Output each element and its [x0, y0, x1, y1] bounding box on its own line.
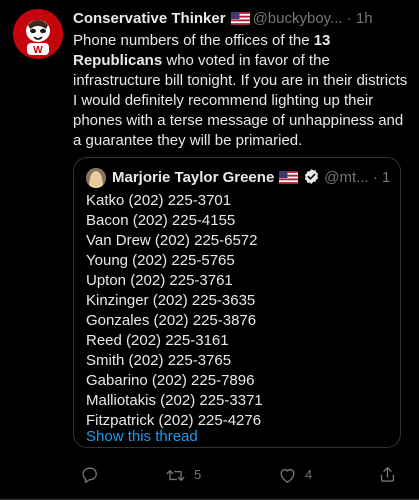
- badger-mascot-icon: W: [13, 9, 63, 59]
- share-icon: [378, 465, 397, 484]
- quoted-tweet[interactable]: Marjorie Taylor Greene @mt... · 1h Katko…: [73, 157, 401, 448]
- quoted-author-name[interactable]: Marjorie Taylor Greene: [112, 169, 274, 186]
- verified-badge-icon: [303, 168, 320, 188]
- phone-entry: Young (202) 225-5765: [86, 252, 235, 269]
- share-button[interactable]: [378, 465, 397, 484]
- like-count: 4: [305, 467, 313, 482]
- phone-entry: Gonzales (202) 225-3876: [86, 312, 257, 329]
- phone-entry: Smith (202) 225-3765: [86, 352, 232, 369]
- retweet-count: 5: [194, 467, 202, 482]
- retweet-button[interactable]: 5: [165, 465, 201, 485]
- tweet[interactable]: W Conservative Thinker @buckyboy... · 1h…: [0, 0, 419, 500]
- author-handle[interactable]: @buckyboy...: [253, 10, 343, 27]
- phone-entry: Kinzinger (202) 225-3635: [86, 292, 256, 309]
- retweet-icon: [165, 466, 186, 485]
- portrait-icon: [86, 168, 106, 188]
- phone-entry: Katko (202) 225-3701: [86, 192, 232, 209]
- phone-entry: Gabarino (202) 225-7896: [86, 372, 255, 389]
- us-flag-icon: [230, 11, 250, 29]
- tweet-time[interactable]: 1h: [356, 10, 373, 27]
- author-name[interactable]: Conservative Thinker: [73, 10, 226, 27]
- quoted-tweet-header: Marjorie Taylor Greene @mt... · 1h: [112, 168, 390, 188]
- tweet-text: Phone numbers of the offices of the 13 R…: [73, 31, 411, 151]
- quoted-tweet-time[interactable]: 1h: [382, 169, 390, 186]
- phone-entry: Malliotakis (202) 225-3371: [86, 392, 263, 409]
- show-thread-link[interactable]: Show this thread: [86, 427, 198, 447]
- author-avatar[interactable]: W: [13, 9, 63, 59]
- phone-entry: Van Drew (202) 225-6572: [86, 232, 258, 249]
- tweet-header: Conservative Thinker @buckyboy... · 1h: [73, 9, 409, 29]
- svg-text:W: W: [33, 45, 43, 56]
- reply-icon: [80, 465, 99, 484]
- tweet-text-start: Phone numbers of the offices of the: [73, 32, 314, 49]
- us-flag-icon: [279, 170, 299, 188]
- phone-entry: Reed (202) 225-3161: [86, 332, 229, 349]
- phone-number-list: Katko (202) 225-3701 Bacon (202) 225-415…: [86, 191, 386, 431]
- quoted-author-handle[interactable]: @mt...: [324, 169, 368, 186]
- quoted-author-avatar[interactable]: [86, 168, 106, 188]
- reply-button[interactable]: [80, 465, 99, 484]
- like-button[interactable]: 4: [278, 465, 312, 485]
- separator-dot: ·: [372, 169, 378, 186]
- phone-entry: Bacon (202) 225-4155: [86, 212, 236, 229]
- heart-icon: [278, 466, 297, 485]
- separator-dot: ·: [346, 10, 352, 27]
- tweet-actions: 5 4: [73, 465, 403, 487]
- phone-entry: Upton (202) 225-3761: [86, 272, 233, 289]
